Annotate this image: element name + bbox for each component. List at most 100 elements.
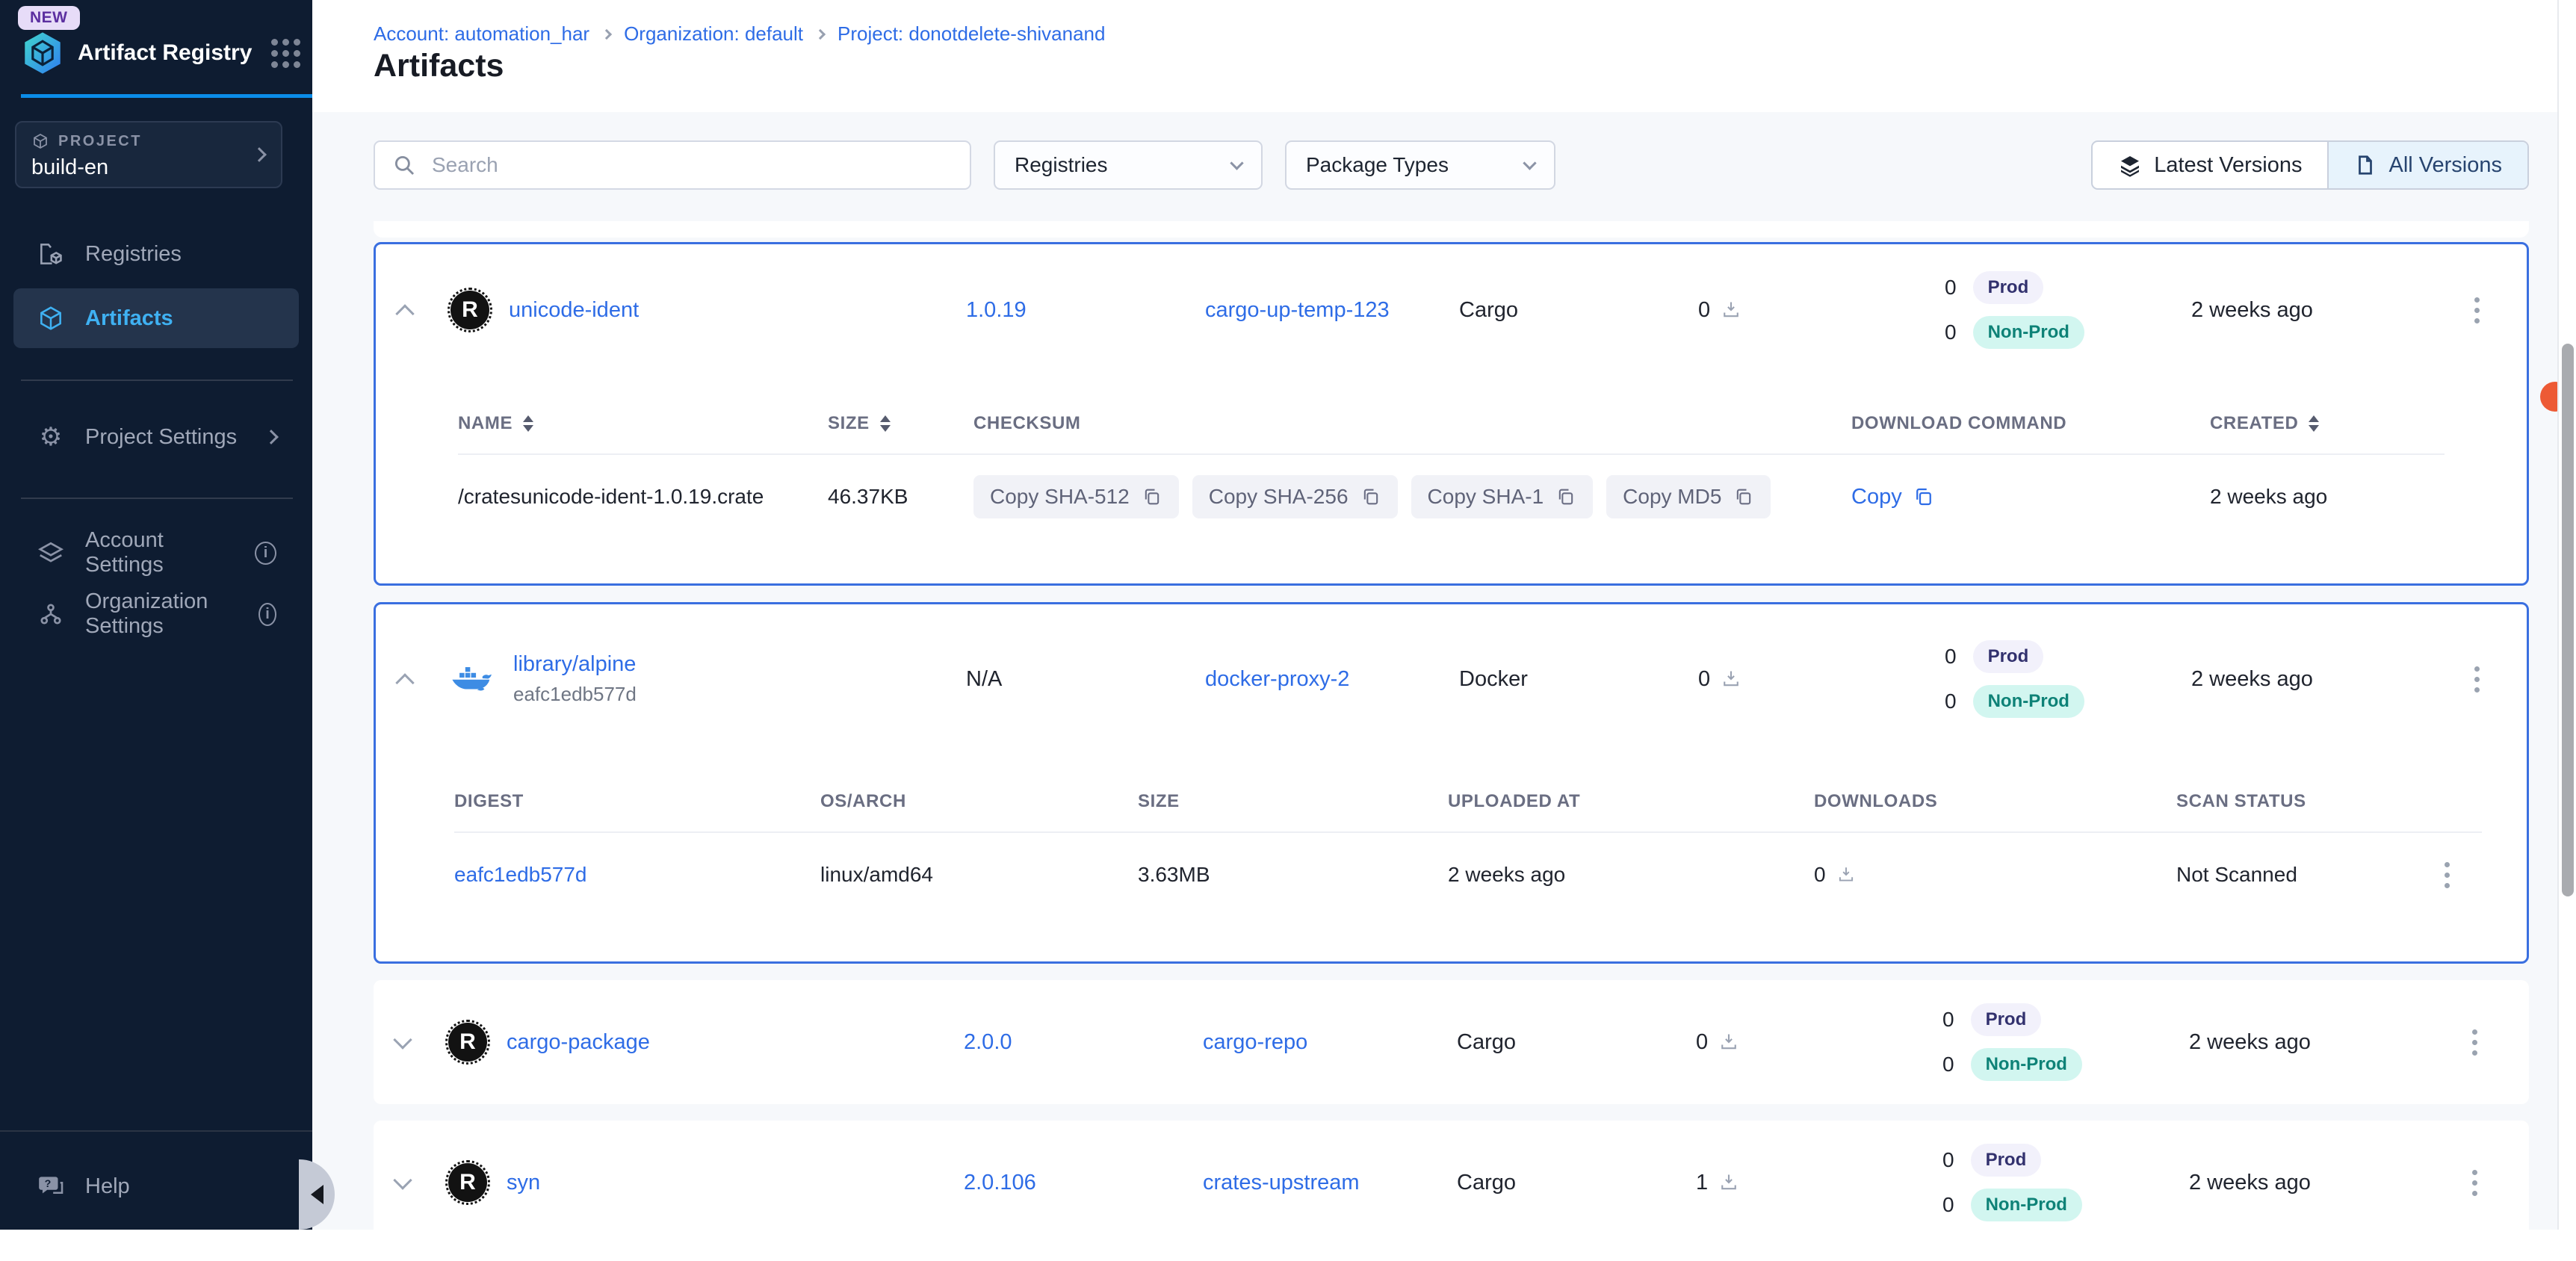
- copy-icon: [1142, 486, 1162, 507]
- copy-sha512-button[interactable]: Copy SHA-512: [973, 475, 1179, 518]
- main-content: Account: automation_har Organization: de…: [312, 0, 2576, 1230]
- nonprod-count: 0: [1942, 1053, 1954, 1076]
- download-count: 1: [1696, 1171, 1708, 1195]
- column-header-scan-status: SCAN STATUS: [2176, 791, 2408, 812]
- expand-chevron-icon[interactable]: [393, 1030, 412, 1049]
- page-title: Artifacts: [374, 48, 504, 84]
- docker-icon: [451, 662, 494, 696]
- artifact-version: N/A: [966, 667, 1205, 692]
- nonprod-count: 0: [1945, 320, 1957, 344]
- expand-chevron-icon[interactable]: [393, 1171, 412, 1189]
- artifact-row: R syn 2.0.106 crates-upstream Cargo 1 0: [374, 1121, 2529, 1245]
- artifacts-cube-icon: [36, 304, 66, 332]
- download-icon: [1721, 300, 1741, 320]
- artifact-registry-link[interactable]: cargo-repo: [1203, 1030, 1457, 1055]
- breadcrumb-project-link[interactable]: Project: donotdelete-shivanand: [837, 22, 1105, 46]
- chevron-right-icon: [264, 430, 279, 444]
- cargo-detail-table: NAME SIZE CHECKSUM DOWNLOAD COMMAND: [376, 376, 2527, 583]
- latest-versions-button[interactable]: Latest Versions: [2093, 142, 2327, 188]
- copy-download-command-button[interactable]: Copy: [1851, 485, 2210, 509]
- info-icon[interactable]: i: [258, 603, 276, 626]
- artifact-registry-link[interactable]: cargo-up-temp-123: [1205, 298, 1459, 323]
- artifact-row: library/alpine eafc1edb577d N/A docker-p…: [376, 604, 2527, 754]
- app-title: Artifact Registry: [78, 40, 252, 66]
- artifact-card-library-alpine: library/alpine eafc1edb577d N/A docker-p…: [374, 602, 2529, 964]
- artifact-registry-link[interactable]: docker-proxy-2: [1205, 667, 1459, 692]
- column-header-size[interactable]: SIZE: [828, 413, 973, 434]
- row-menu-kebab-icon[interactable]: [2466, 1023, 2483, 1062]
- artifact-digest-subtext: eafc1edb577d: [513, 683, 637, 706]
- row-menu-kebab-icon[interactable]: [2439, 856, 2456, 894]
- breadcrumb: Account: automation_har Organization: de…: [374, 22, 1105, 46]
- scrollbar-track[interactable]: [2557, 0, 2576, 1230]
- column-header-created[interactable]: CREATED: [2210, 413, 2449, 434]
- prod-badge: Prod: [1973, 640, 2044, 673]
- file-icon: [2354, 153, 2377, 177]
- sidebar-item-artifacts[interactable]: Artifacts: [13, 288, 299, 348]
- column-header-downloads: DOWNLOADS: [1814, 791, 2176, 812]
- app-header: Artifact Registry: [22, 31, 300, 75]
- docker-detail-table: DIGEST OS/ARCH SIZE UPLOADED AT DOWNLOAD…: [376, 754, 2527, 961]
- breadcrumb-org-link[interactable]: Organization: default: [624, 22, 803, 46]
- svg-text:?: ?: [45, 1178, 52, 1190]
- artifact-version-link[interactable]: 1.0.19: [966, 298, 1205, 323]
- size-value: 3.63MB: [1138, 863, 1448, 887]
- sidebar-item-project-settings[interactable]: ⚙︎ Project Settings: [13, 407, 299, 467]
- prod-badge: Prod: [1971, 1144, 2042, 1177]
- digest-row: eafc1edb577d linux/amd64 3.63MB 2 weeks …: [454, 833, 2482, 917]
- prod-count: 0: [1945, 276, 1957, 300]
- sidebar-item-label: Project Settings: [85, 425, 237, 450]
- copy-md5-button[interactable]: Copy MD5: [1606, 475, 1771, 518]
- column-header-download-command: DOWNLOAD COMMAND: [1851, 413, 2210, 434]
- search-input[interactable]: [430, 152, 953, 178]
- artifact-version-link[interactable]: 2.0.106: [964, 1171, 1203, 1195]
- package-type: Docker: [1459, 667, 1698, 692]
- collapse-chevron-icon[interactable]: [395, 673, 414, 692]
- artifact-name-link[interactable]: unicode-ident: [509, 298, 639, 323]
- scrollbar-thumb[interactable]: [2562, 344, 2574, 896]
- os-arch-value: linux/amd64: [820, 863, 1138, 887]
- app-grid-menu-icon[interactable]: [271, 39, 300, 68]
- cargo-package-icon: R: [448, 1023, 487, 1062]
- package-type: Cargo: [1457, 1171, 1696, 1195]
- sidebar-item-registries[interactable]: Registries: [13, 224, 299, 284]
- scrolled-row-remnant: [374, 221, 2529, 238]
- artifact-registry-link[interactable]: crates-upstream: [1203, 1171, 1457, 1195]
- breadcrumb-separator-icon: [815, 28, 826, 39]
- prod-count: 0: [1942, 1148, 1954, 1172]
- sidebar-item-help[interactable]: ? Help: [13, 1156, 299, 1216]
- artifact-version-link[interactable]: 2.0.0: [964, 1030, 1203, 1055]
- organization-icon: [36, 600, 66, 628]
- row-menu-kebab-icon[interactable]: [2468, 291, 2486, 329]
- sidebar-item-organization-settings[interactable]: Organization Settings i: [13, 584, 299, 644]
- artifact-name-link[interactable]: cargo-package: [507, 1030, 650, 1055]
- sort-icon: [880, 415, 891, 432]
- sort-icon: [523, 415, 533, 432]
- project-selector[interactable]: PROJECT build-en: [15, 121, 282, 188]
- artifact-name-link[interactable]: syn: [507, 1171, 540, 1195]
- sidebar-item-label: Account Settings: [85, 528, 235, 577]
- copy-icon: [1360, 486, 1381, 507]
- download-count: 0: [1698, 667, 1710, 692]
- updated-time: 2 weeks ago: [2189, 1171, 2443, 1195]
- column-header-name[interactable]: NAME: [458, 413, 828, 434]
- all-versions-button[interactable]: All Versions: [2327, 142, 2527, 188]
- copy-sha256-button[interactable]: Copy SHA-256: [1192, 475, 1398, 518]
- column-header-os-arch: OS/ARCH: [820, 791, 1138, 812]
- versions-toggle-group: Latest Versions All Versions: [2091, 140, 2529, 190]
- copy-sha1-button[interactable]: Copy SHA-1: [1411, 475, 1594, 518]
- registries-filter-dropdown[interactable]: Registries: [994, 140, 1263, 190]
- package-type: Cargo: [1457, 1030, 1696, 1055]
- info-icon[interactable]: i: [255, 542, 276, 565]
- file-created: 2 weeks ago: [2210, 485, 2449, 509]
- row-menu-kebab-icon[interactable]: [2466, 1164, 2483, 1202]
- digest-link[interactable]: eafc1edb577d: [454, 863, 820, 887]
- artifact-name-link[interactable]: library/alpine: [513, 652, 637, 677]
- package-types-filter-dropdown[interactable]: Package Types: [1285, 140, 1555, 190]
- collapse-chevron-icon[interactable]: [395, 304, 414, 323]
- sidebar-item-account-settings[interactable]: Account Settings i: [13, 523, 299, 583]
- row-menu-kebab-icon[interactable]: [2468, 660, 2486, 698]
- sidebar-divider: [0, 1130, 312, 1132]
- breadcrumb-account-link[interactable]: Account: automation_har: [374, 22, 589, 46]
- download-icon: [1721, 669, 1741, 690]
